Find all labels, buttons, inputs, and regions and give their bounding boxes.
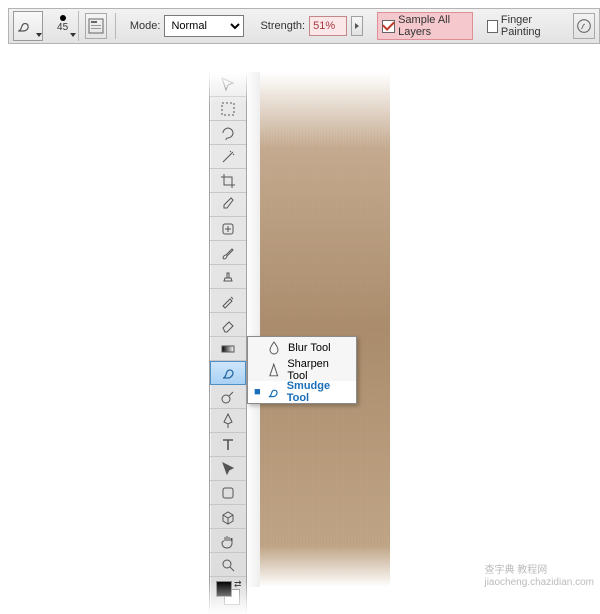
strength-flyout[interactable] — [351, 16, 363, 36]
flyout-item-label: Blur Tool — [288, 342, 331, 354]
clone-stamp-tool[interactable] — [210, 265, 246, 289]
brush-size-value: 45 — [57, 22, 68, 33]
smudge-icon — [14, 16, 34, 36]
3d-tool[interactable] — [210, 505, 246, 529]
tools-palette: ⇄ — [209, 72, 247, 614]
mode-label: Mode: — [130, 20, 161, 32]
divider — [115, 13, 116, 39]
brush-preset-picker[interactable]: 45 — [49, 11, 79, 41]
finger-painting-option[interactable]: Finger Painting — [487, 14, 561, 38]
chevron-down-icon — [70, 33, 76, 37]
path-selection-tool[interactable] — [210, 457, 246, 481]
pen-tool[interactable] — [210, 409, 246, 433]
sharpen-icon — [266, 362, 282, 378]
current-marker: ■ — [254, 386, 260, 398]
watermark: 查字典 教程网 jiaocheng.chazidian.com — [484, 561, 594, 588]
airbrush-icon — [575, 17, 593, 35]
options-bar: 45 Mode: Normal Strength: Sample All Lay… — [8, 8, 600, 44]
eyedropper-tool[interactable] — [210, 193, 246, 217]
healing-brush-tool[interactable] — [210, 217, 246, 241]
blur-icon — [266, 340, 282, 356]
checkbox-icon — [382, 20, 395, 33]
magic-wand-tool[interactable] — [210, 145, 246, 169]
lasso-tool[interactable] — [210, 121, 246, 145]
flyout-item-blur[interactable]: Blur Tool — [248, 337, 356, 359]
arrow-right-icon — [354, 22, 360, 30]
dodge-tool[interactable] — [210, 385, 246, 409]
hand-tool[interactable] — [210, 529, 246, 553]
brush-tool[interactable] — [210, 241, 246, 265]
canvas-ruler-strip — [246, 72, 260, 587]
panel-icon — [88, 18, 104, 34]
brush-panel-toggle[interactable] — [85, 13, 107, 39]
brush-dot-icon — [60, 15, 66, 21]
crop-tool[interactable] — [210, 169, 246, 193]
sample-all-layers-option[interactable]: Sample All Layers — [377, 12, 473, 40]
swap-colors-icon[interactable]: ⇄ — [234, 579, 242, 590]
color-swatches[interactable]: ⇄ — [210, 577, 246, 613]
marquee-tool[interactable] — [210, 97, 246, 121]
gradient-tool[interactable] — [210, 337, 246, 361]
watermark-main: 查字典 教程网 — [484, 565, 547, 576]
flyout-item-sharpen[interactable]: Sharpen Tool — [248, 359, 356, 381]
blur-sharpen-smudge-flyout: Blur Tool Sharpen Tool ■ Smudge Tool — [247, 336, 357, 404]
strength-label: Strength: — [260, 20, 305, 32]
airbrush-toggle[interactable] — [573, 13, 595, 39]
chevron-down-icon — [36, 33, 42, 37]
strength-input[interactable] — [309, 16, 347, 36]
shape-tool[interactable] — [210, 481, 246, 505]
type-tool[interactable] — [210, 433, 246, 457]
eraser-tool[interactable] — [210, 313, 246, 337]
watermark-sub: jiaocheng.chazidian.com — [484, 577, 594, 588]
smudge-icon — [266, 384, 281, 400]
smudge-tool[interactable] — [210, 361, 246, 385]
flyout-item-label: Smudge Tool — [287, 380, 350, 404]
document-canvas[interactable] — [260, 72, 390, 587]
foreground-color-swatch[interactable] — [216, 581, 232, 597]
mode-select[interactable]: Normal — [164, 15, 244, 37]
zoom-tool[interactable] — [210, 553, 246, 577]
flyout-item-label: Sharpen Tool — [287, 358, 350, 382]
finger-painting-label: Finger Painting — [501, 14, 561, 38]
sample-all-layers-label: Sample All Layers — [398, 14, 468, 38]
move-tool[interactable] — [210, 73, 246, 97]
flyout-item-smudge[interactable]: ■ Smudge Tool — [248, 381, 356, 403]
checkbox-icon — [487, 20, 498, 33]
history-brush-tool[interactable] — [210, 289, 246, 313]
tool-preset-picker[interactable] — [13, 11, 43, 41]
